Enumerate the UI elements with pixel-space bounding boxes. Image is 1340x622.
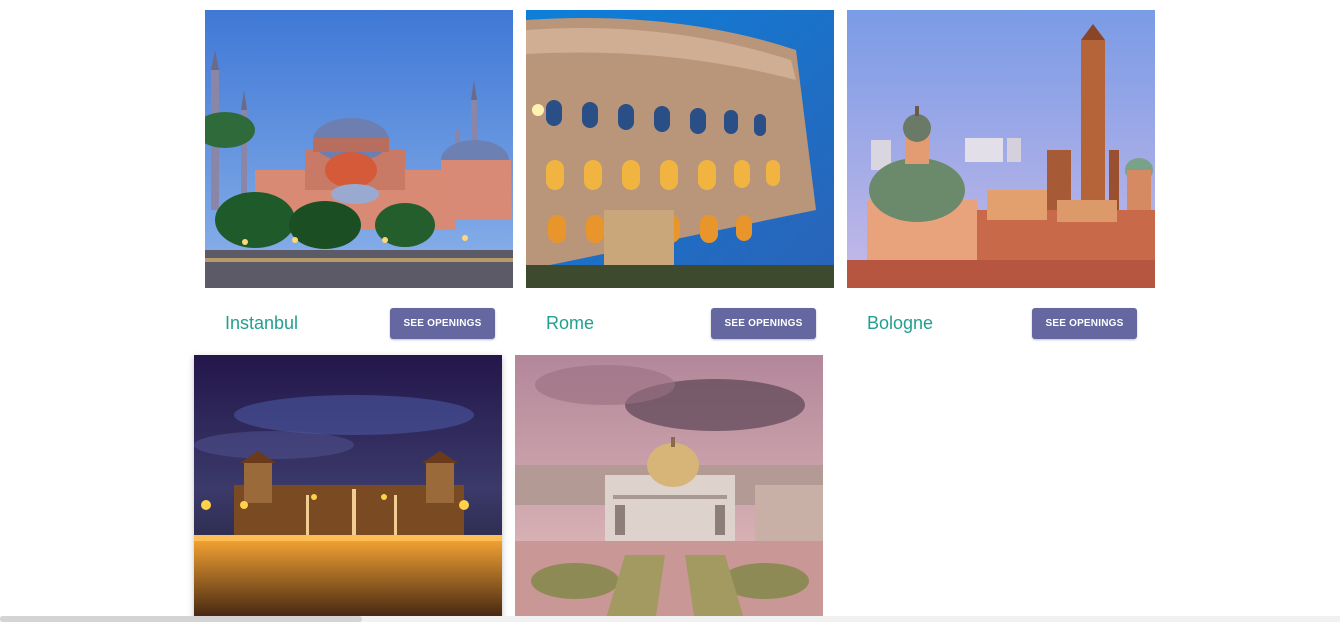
instanbul-mosque-photo[interactable] bbox=[205, 10, 513, 288]
horizontal-scrollbar[interactable] bbox=[0, 616, 1340, 622]
rome-colosseum-photo[interactable] bbox=[526, 10, 834, 288]
bologne-skyline-photo[interactable] bbox=[847, 10, 1155, 288]
night-palace-fountain-photo[interactable] bbox=[194, 355, 502, 622]
city-name-bologne: Bologne bbox=[867, 313, 934, 333]
city-name-rome: Rome bbox=[546, 313, 595, 333]
see-openings-button-rome[interactable]: SEE OPENINGS bbox=[711, 308, 816, 339]
city-name-instanbul: Instanbul bbox=[225, 313, 299, 333]
scrollbar-thumb[interactable] bbox=[0, 616, 362, 622]
see-openings-button-instanbul[interactable]: SEE OPENINGS bbox=[390, 308, 495, 339]
see-openings-button-bologne[interactable]: SEE OPENINGS bbox=[1032, 308, 1137, 339]
mexico-palace-photo[interactable] bbox=[515, 355, 823, 622]
